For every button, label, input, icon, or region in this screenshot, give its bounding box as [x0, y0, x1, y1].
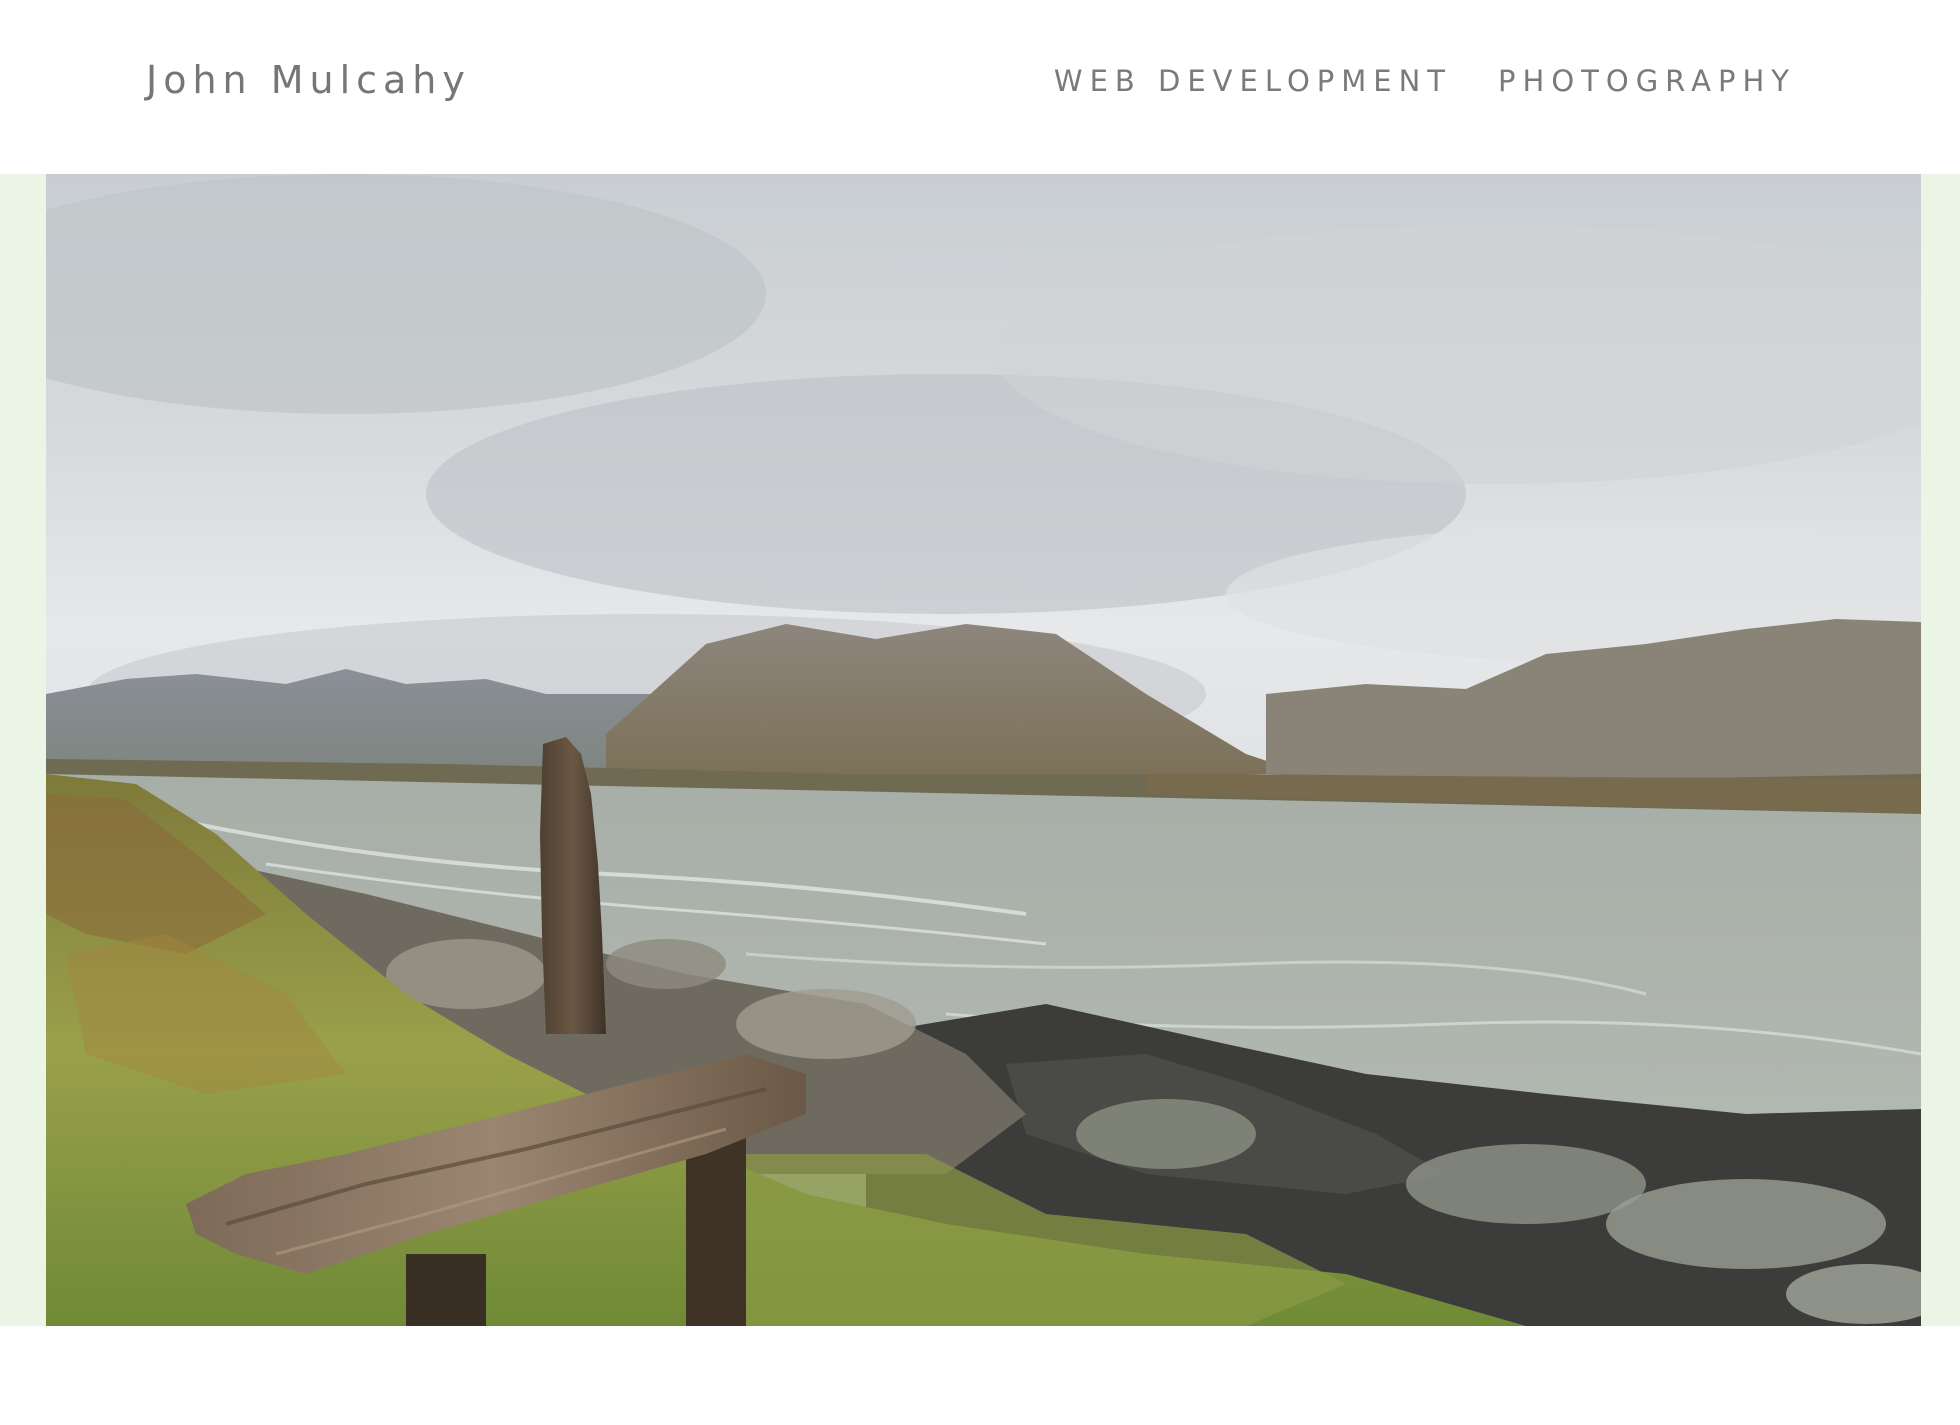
main-nav: WEB DEVELOPMENT PHOTOGRAPHY [1054, 64, 1796, 98]
site-header: John Mulcahy WEB DEVELOPMENT PHOTOGRAPHY [0, 0, 1960, 174]
hero-image [46, 174, 1921, 1326]
nav-link-web-development[interactable]: WEB DEVELOPMENT [1054, 64, 1452, 98]
nav-link-photography[interactable]: PHOTOGRAPHY [1498, 64, 1796, 98]
page-bottom-space [0, 1326, 1960, 1425]
site-title-link[interactable]: John Mulcahy [146, 58, 471, 102]
